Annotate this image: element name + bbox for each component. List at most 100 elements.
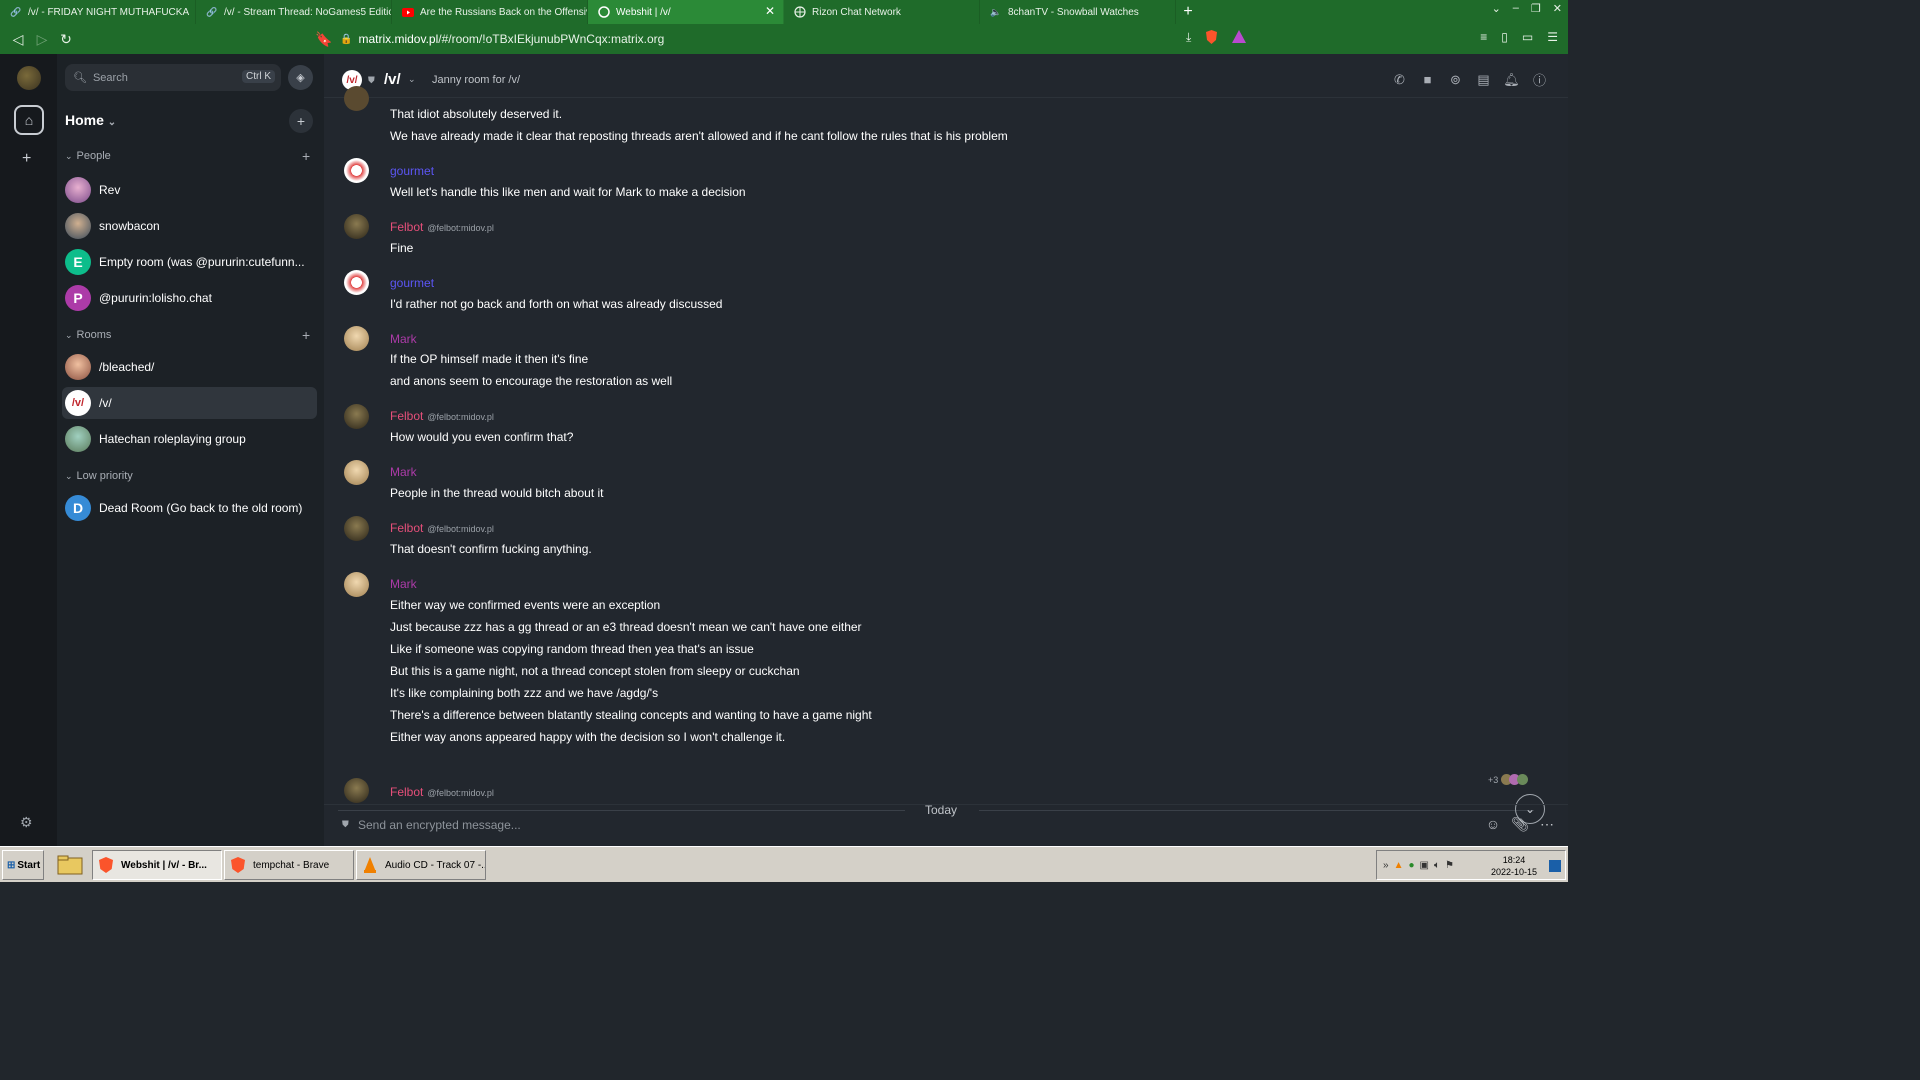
video-call-icon[interactable]: ■ [1419,71,1436,88]
room-item-pururin[interactable]: P @pururin:lolisho.chat [62,282,317,314]
security-tray-icon[interactable]: ● [1408,860,1414,871]
user-avatar[interactable] [17,66,41,90]
file-manager-icon[interactable] [52,850,88,880]
read-receipts[interactable]: +3 [1488,774,1529,785]
taskbar-window-button[interactable]: tempchat - Brave [224,850,354,880]
browser-tab[interactable]: Rizon Chat Network [784,0,980,24]
search-icon: 🔍︎ [73,72,87,84]
close-window-icon[interactable]: ✕ [1553,2,1562,15]
browser-tab[interactable]: 🔗/v/ - FRIDAY NIGHT MUTHAFUCKA [0,0,196,24]
minimize-icon[interactable]: – [1513,2,1519,15]
link-icon: 🔗 [10,6,22,17]
brave-rewards-icon[interactable] [1232,30,1247,47]
close-tab-icon[interactable]: ✕ [765,5,775,17]
avatar[interactable] [344,516,369,541]
avatar: /v/ [65,390,91,416]
home-space-button[interactable]: ⌂ [14,105,44,135]
notifications-icon[interactable]: 🔔︎ [1503,71,1520,88]
add-button[interactable]: + [289,109,313,133]
taskbar-window-button[interactable]: Webshit | /v/ - Br... [92,850,222,880]
avatar[interactable] [344,326,369,351]
section-rooms[interactable]: ⌄ Rooms + [65,327,310,343]
room-item-v[interactable]: /v//v/ [62,387,317,419]
room-item-dead-room[interactable]: D Dead Room (Go back to the old room) [62,492,317,524]
room-name[interactable]: /v/ [384,71,401,88]
chevron-down-icon[interactable]: ⌄ [408,74,416,85]
room-item-hatechan[interactable]: Hatechan roleplaying group [62,423,317,455]
section-low-priority[interactable]: ⌄ Low priority [65,470,133,482]
message-body: It's like complaining both zzz and we ha… [390,686,659,700]
search-button[interactable]: 🔍︎ Search Ctrl K [65,64,281,91]
room-item-empty-room[interactable]: E Empty room (was @pururin:cutefunn... [62,246,317,278]
avatar[interactable] [344,778,369,803]
explore-rooms-icon[interactable]: ◈ [288,65,313,90]
reload-icon[interactable]: ↻ [54,31,78,48]
wallet-icon[interactable]: ▭ [1522,30,1533,47]
room-info-icon[interactable]: ⓘ [1531,71,1548,88]
e2e-shield-icon: ⛊ [368,75,375,85]
more-options-icon[interactable]: ⋯ [1540,816,1554,833]
threads-icon[interactable]: ▤ [1475,71,1492,88]
tab-list-icon[interactable]: ⌄ [1492,2,1501,15]
download-icon[interactable]: ⤓ [1186,30,1191,47]
room-item-rev[interactable]: Rev [62,174,317,206]
tray-icons: » ▲ ● ▣ 🔈︎ ⚑ [1383,860,1454,871]
room-topic[interactable]: Janny room for /v/ [432,74,520,86]
sender-name[interactable]: Mark [390,465,417,479]
sender-name[interactable]: Felbot @felbot:midov.pl [390,409,494,423]
add-room-icon[interactable]: + [302,327,310,343]
sender-name[interactable]: gourmet [390,164,434,178]
emoji-icon[interactable]: ☺ [1486,816,1500,833]
url-field[interactable]: 🔒 matrix.midov.pl/#/room/!oTBxIEkjunubPW… [340,27,1225,51]
sender-name[interactable]: Felbot @felbot:midov.pl [390,220,494,234]
create-space-icon[interactable]: + [22,150,31,168]
sidebar-toggle-icon[interactable]: ▯ [1501,30,1508,47]
avatar: P [65,285,91,311]
search-icon[interactable]: ⊚ [1447,71,1464,88]
browser-tab[interactable]: Are the Russians Back on the Offensive?! [392,0,588,24]
network-tray-icon[interactable]: ▣ [1420,860,1429,871]
avatar[interactable] [344,460,369,485]
menu-icon[interactable]: ☰ [1547,30,1558,47]
volume-tray-icon[interactable]: 🔈︎ [1434,860,1440,871]
quick-settings-icon[interactable]: ⚙ [20,814,33,831]
sender-name[interactable]: Felbot @felbot:midov.pl [390,521,494,535]
home-header[interactable]: Home ⌄ [65,112,116,128]
sender-name[interactable]: Mark [390,332,417,346]
forward-icon[interactable]: ▷ [30,31,54,48]
browser-tab-active[interactable]: Webshit | /v/✕ [588,0,784,24]
room-item-bleached[interactable]: /bleached/ [62,351,317,383]
message-input[interactable]: Send an encrypted message... [358,818,521,832]
restore-icon[interactable]: ❐ [1531,2,1541,15]
browser-tab[interactable]: 🔗/v/ - Stream Thread: NoGames5 Edition [196,0,392,24]
playlist-icon[interactable]: ≡ [1480,30,1487,47]
avatar[interactable] [344,158,369,183]
new-tab-button[interactable]: + [1176,0,1200,24]
vlc-tray-icon[interactable]: ▲ [1394,860,1404,871]
attachment-icon[interactable]: 📎︎ [1511,816,1529,833]
tray-expand-icon[interactable]: » [1383,860,1389,871]
avatar[interactable] [344,270,369,295]
message-body: That doesn't confirm fucking anything. [390,542,592,556]
avatar[interactable] [344,214,369,239]
back-icon[interactable]: ◁ [6,31,30,48]
brave-shield-icon[interactable] [1205,30,1218,47]
notification-icon[interactable] [1549,860,1561,872]
flag-tray-icon[interactable]: ⚑ [1445,860,1454,871]
avatar[interactable] [344,404,369,429]
sender-name[interactable]: Felbot @felbot:midov.pl [390,785,494,799]
bookmark-icon[interactable]: 🔖 [312,31,336,48]
message-body: Either way anons appeared happy with the… [390,730,786,744]
avatar[interactable] [344,572,369,597]
room-header: /v/ ⛊ /v/ ⌄ Janny room for /v/ ✆ ■ ⊚ ▤ 🔔… [324,54,1568,98]
start-button[interactable]: ⊞ Start [2,850,44,880]
browser-tab[interactable]: 🔈 8chanTV - Snowball Watches [980,0,1176,24]
clock[interactable]: 18:24 2022-10-15 [1491,854,1537,878]
sender-name[interactable]: Mark [390,577,417,591]
room-item-snowbacon[interactable]: snowbacon [62,210,317,242]
start-chat-icon[interactable]: + [302,148,310,164]
sender-name[interactable]: gourmet [390,276,434,290]
voice-call-icon[interactable]: ✆ [1391,71,1408,88]
taskbar-window-button[interactable]: Audio CD - Track 07 -... [356,850,486,880]
section-people[interactable]: ⌄ People + [65,148,310,164]
